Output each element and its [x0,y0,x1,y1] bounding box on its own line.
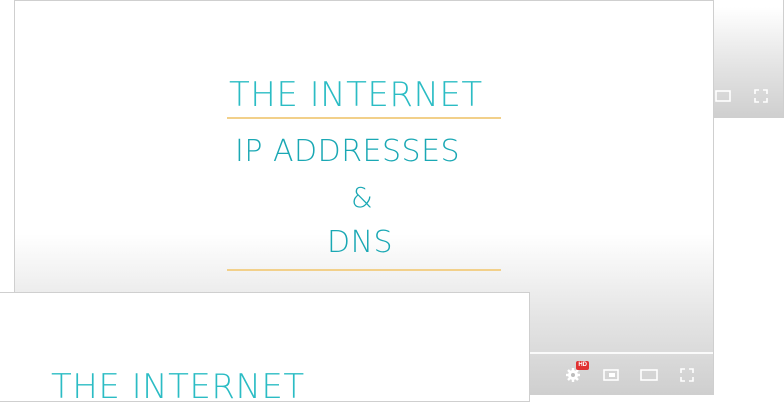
hd-badge: HD [576,361,589,370]
slide-subtitle-line2: & [351,181,374,214]
settings-button[interactable]: HD [563,361,589,385]
video-frame-front: THE INTERNET [0,292,530,402]
slide-subtitle-line1: IP ADDRESSES [235,134,461,169]
fullscreen-icon[interactable] [751,86,771,106]
miniplayer-icon[interactable] [601,365,621,385]
bottom-rule [227,269,501,271]
title-rule [227,117,501,119]
theater-mode-icon[interactable] [639,365,659,385]
slide-subtitle-line3: DNS [327,225,394,260]
slide-title: THE INTERNET [229,75,483,115]
theater-mode-icon[interactable] [713,86,733,106]
control-bar: HD [547,361,713,388]
slide-title: THE INTERNET [51,367,305,402]
fullscreen-icon[interactable] [677,365,697,385]
